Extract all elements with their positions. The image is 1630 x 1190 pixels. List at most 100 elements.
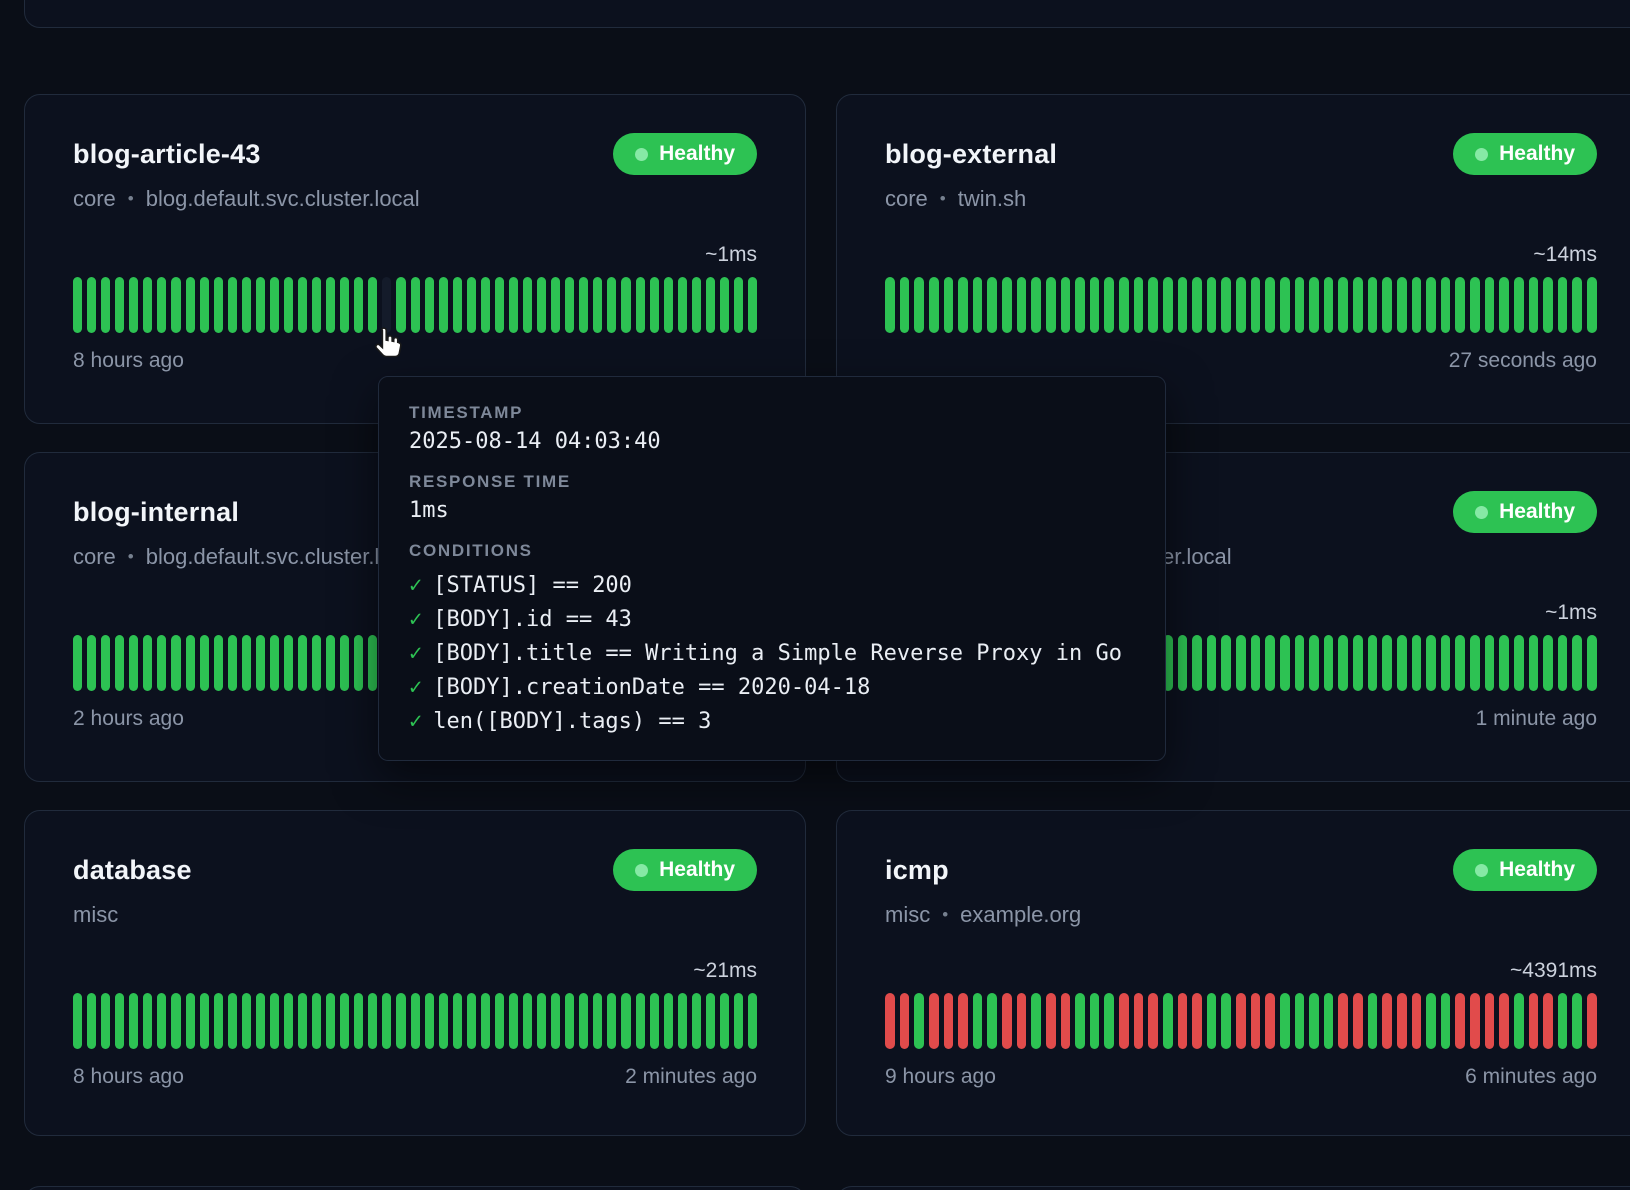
uptime-bar[interactable] [1090, 277, 1100, 333]
uptime-bar[interactable] [1134, 277, 1144, 333]
uptime-bar[interactable] [1104, 277, 1114, 333]
uptime-bar[interactable] [1529, 993, 1539, 1049]
uptime-bar[interactable] [368, 277, 377, 333]
uptime-bar[interactable] [1031, 993, 1041, 1049]
uptime-bar[interactable] [1178, 635, 1188, 691]
uptime-bar[interactable] [1046, 277, 1056, 333]
uptime-bar[interactable] [1499, 635, 1509, 691]
uptime-bar[interactable] [1382, 635, 1392, 691]
uptime-bar[interactable] [425, 993, 434, 1049]
uptime-bar[interactable] [593, 277, 602, 333]
uptime-bar[interactable] [1558, 277, 1568, 333]
uptime-bar[interactable] [129, 277, 138, 333]
uptime-bar[interactable] [678, 993, 687, 1049]
uptime-bar[interactable] [1192, 277, 1202, 333]
uptime-bar[interactable] [298, 635, 307, 691]
uptime-bar[interactable] [1455, 635, 1465, 691]
uptime-bar[interactable] [284, 635, 293, 691]
uptime-bar[interactable] [242, 635, 251, 691]
uptime-bar[interactable] [326, 277, 335, 333]
uptime-bar[interactable] [312, 993, 321, 1049]
uptime-bar[interactable] [228, 635, 237, 691]
uptime-bar[interactable] [242, 277, 251, 333]
uptime-bar[interactable] [1338, 993, 1348, 1049]
uptime-bar[interactable] [1251, 635, 1261, 691]
uptime-bar[interactable] [186, 993, 195, 1049]
uptime-bar[interactable] [1324, 635, 1334, 691]
uptime-bar[interactable] [1002, 993, 1012, 1049]
uptime-bar[interactable] [157, 277, 166, 333]
uptime-bar[interactable] [87, 277, 96, 333]
uptime-bar[interactable] [664, 277, 673, 333]
uptime-bar[interactable] [1192, 635, 1202, 691]
uptime-bar[interactable] [914, 993, 924, 1049]
uptime-bar[interactable] [481, 277, 490, 333]
uptime-bar[interactable] [1134, 993, 1144, 1049]
uptime-bar[interactable] [1221, 277, 1231, 333]
uptime-bar[interactable] [453, 993, 462, 1049]
uptime-bar[interactable] [242, 993, 251, 1049]
uptime-bar[interactable] [987, 993, 997, 1049]
uptime-bar[interactable] [720, 277, 729, 333]
uptime-bar[interactable] [115, 277, 124, 333]
uptime-bar[interactable] [1075, 277, 1085, 333]
uptime-bar[interactable] [1338, 277, 1348, 333]
uptime-bar[interactable] [650, 277, 659, 333]
uptime-bar[interactable] [1309, 277, 1319, 333]
uptime-bar[interactable] [143, 993, 152, 1049]
uptime-bar[interactable] [650, 993, 659, 1049]
uptime-bar[interactable] [1412, 277, 1422, 333]
uptime-bar[interactable] [973, 993, 983, 1049]
uptime-bar[interactable] [101, 993, 110, 1049]
uptime-bar[interactable] [354, 993, 363, 1049]
uptime-bar[interactable] [439, 277, 448, 333]
uptime-bar[interactable] [186, 635, 195, 691]
uptime-bar[interactable] [748, 277, 757, 333]
uptime-bar[interactable] [551, 993, 560, 1049]
uptime-bar[interactable] [1280, 635, 1290, 691]
uptime-bar[interactable] [1499, 993, 1509, 1049]
uptime-bar[interactable] [1295, 277, 1305, 333]
uptime-bar[interactable] [200, 277, 209, 333]
uptime-bar[interactable] [1485, 277, 1495, 333]
uptime-bar[interactable] [885, 993, 895, 1049]
uptime-bar[interactable] [1397, 635, 1407, 691]
uptime-bar[interactable] [1251, 277, 1261, 333]
uptime-bar[interactable] [340, 635, 349, 691]
uptime-bar[interactable] [1382, 993, 1392, 1049]
uptime-bar[interactable] [214, 635, 223, 691]
uptime-bar[interactable] [565, 993, 574, 1049]
uptime-bar[interactable] [1046, 993, 1056, 1049]
uptime-bar[interactable] [593, 993, 602, 1049]
uptime-bar[interactable] [1368, 277, 1378, 333]
uptime-bar[interactable] [439, 993, 448, 1049]
endpoint-card-database[interactable]: database Healthy misc • ~21ms 8 hours ag… [24, 810, 806, 1136]
uptime-bar[interactable] [607, 993, 616, 1049]
uptime-bar[interactable] [1426, 635, 1436, 691]
uptime-bar[interactable] [228, 277, 237, 333]
endpoint-title[interactable]: blog-external [885, 139, 1057, 170]
uptime-bar[interactable] [1309, 993, 1319, 1049]
uptime-bar[interactable] [565, 277, 574, 333]
uptime-bar[interactable] [1295, 635, 1305, 691]
uptime-bar[interactable] [1441, 635, 1451, 691]
uptime-bar[interactable] [1529, 635, 1539, 691]
uptime-bar[interactable] [298, 277, 307, 333]
uptime-bar[interactable] [1207, 993, 1217, 1049]
uptime-bar[interactable] [129, 993, 138, 1049]
uptime-bar[interactable] [1148, 277, 1158, 333]
uptime-bar[interactable] [453, 277, 462, 333]
uptime-bar[interactable] [467, 277, 476, 333]
uptime-bar[interactable] [929, 993, 939, 1049]
uptime-bar[interactable] [1338, 635, 1348, 691]
uptime-bar[interactable] [1470, 277, 1480, 333]
uptime-bar[interactable] [706, 993, 715, 1049]
uptime-bar[interactable] [312, 635, 321, 691]
uptime-bar[interactable] [1031, 277, 1041, 333]
uptime-bar[interactable] [692, 277, 701, 333]
uptime-bar[interactable] [425, 277, 434, 333]
uptime-bar[interactable] [973, 277, 983, 333]
uptime-bar[interactable] [129, 635, 138, 691]
uptime-bar[interactable] [1587, 635, 1597, 691]
uptime-bar[interactable] [87, 993, 96, 1049]
